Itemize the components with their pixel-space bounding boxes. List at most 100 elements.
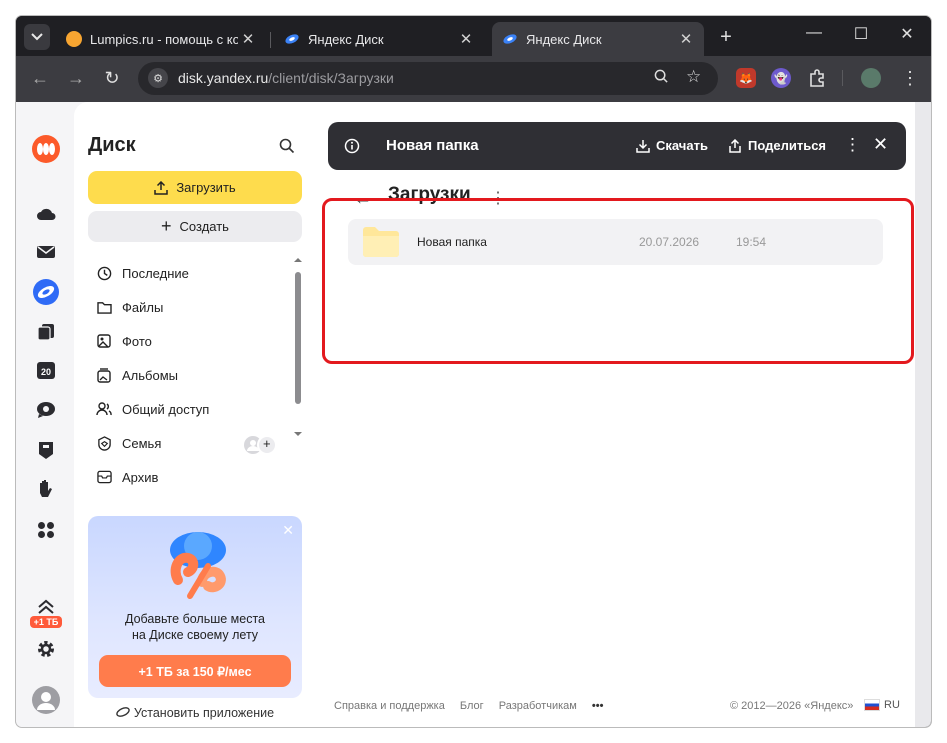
info-icon[interactable] xyxy=(344,138,360,154)
sidebar-item-albums[interactable]: Альбомы xyxy=(96,358,296,392)
tab-yandex-disk-1[interactable]: Яндекс Диск ✕ xyxy=(274,22,484,56)
family-icon xyxy=(96,435,112,451)
site-info-icon[interactable]: ⚙ xyxy=(148,68,168,88)
sidebar-item-label: Фото xyxy=(122,333,152,349)
reload-button[interactable]: ↻ xyxy=(100,68,124,89)
browser-menu-icon[interactable]: ⋮ xyxy=(898,68,922,89)
sidebar-item-label: Последние xyxy=(122,265,189,281)
upload-icon xyxy=(154,180,169,195)
scroll-thumb[interactable] xyxy=(295,272,301,404)
maximize-button[interactable]: ☐ xyxy=(846,24,876,44)
language-switcher[interactable]: RU xyxy=(864,699,900,711)
mail-icon[interactable] xyxy=(35,241,57,263)
clock-icon xyxy=(96,265,112,281)
highlight-frame xyxy=(322,198,914,364)
album-icon xyxy=(96,367,112,383)
lumpics-favicon-icon xyxy=(66,31,82,47)
main-content: Новая папка Скачать Поделиться ⋮ ✕ ← Заг… xyxy=(318,102,915,727)
disk-service-icon[interactable] xyxy=(32,278,60,306)
footer-link-blog[interactable]: Блог xyxy=(460,700,484,712)
search-icon[interactable] xyxy=(279,138,295,154)
footer-link-developers[interactable]: Разработчикам xyxy=(499,700,577,712)
sidebar-item-photos[interactable]: Фото xyxy=(96,324,296,358)
calendar-date: 20 xyxy=(41,367,51,377)
russia-flag-icon xyxy=(864,699,880,711)
share-label: Поделиться xyxy=(748,138,827,153)
services-rail: 20 +1 ТБ xyxy=(16,102,74,727)
user-avatar[interactable] xyxy=(31,685,61,715)
promo-banner: ✕ Добавьте больше места на Диске своему … xyxy=(88,516,302,698)
share-button[interactable]: Поделиться xyxy=(728,138,826,153)
sidebar-item-family[interactable]: Семья + xyxy=(96,426,296,460)
address-bar[interactable]: ⚙ disk.yandex.ru/client/disk/Загрузки ☆ xyxy=(138,62,718,95)
tab-yandex-disk-2[interactable]: Яндекс Диск ✕ xyxy=(492,22,704,56)
extensions-puzzle-icon[interactable] xyxy=(807,68,827,88)
sidebar-item-shared[interactable]: Общий доступ xyxy=(96,392,296,426)
extension-fox-icon[interactable]: 🦊 xyxy=(736,68,756,88)
notes-icon[interactable] xyxy=(35,439,57,461)
scroll-down-icon[interactable] xyxy=(294,430,302,438)
tab-lumpics[interactable]: Lumpics.ru - помощь с ком ✕ xyxy=(56,22,266,56)
storage-badge-text: +1 ТБ xyxy=(34,617,59,627)
close-tab-icon[interactable]: ✕ xyxy=(676,30,696,48)
folder-icon xyxy=(96,299,112,315)
people-icon xyxy=(96,401,112,417)
upload-button[interactable]: Загрузить xyxy=(88,171,302,204)
copyright: © 2012—2026 «Яндекс» xyxy=(730,700,854,712)
sidebar-scrollbar[interactable] xyxy=(294,256,302,496)
forward-button[interactable]: → xyxy=(64,68,88,89)
scroll-up-icon[interactable] xyxy=(294,256,302,264)
back-button[interactable]: ← xyxy=(28,68,52,89)
close-tab-icon[interactable]: ✕ xyxy=(238,30,258,48)
selection-action-bar: Новая папка Скачать Поделиться ⋮ ✕ xyxy=(328,122,906,170)
bookmark-star-icon[interactable]: ☆ xyxy=(686,67,701,87)
sidebar-item-label: Семья xyxy=(122,435,162,451)
tab-search-button[interactable] xyxy=(24,24,50,50)
minimize-button[interactable]: — xyxy=(799,24,829,42)
footer-links: Справка и поддержка Блог Разработчикам •… xyxy=(334,700,615,712)
promo-close-icon[interactable]: ✕ xyxy=(282,522,294,539)
close-selection-icon[interactable]: ✕ xyxy=(873,134,888,155)
tab-strip: Lumpics.ru - помощь с ком ✕ Яндекс Диск … xyxy=(16,16,931,56)
promo-illustration xyxy=(170,532,226,599)
zoom-search-icon[interactable] xyxy=(654,69,669,88)
close-window-button[interactable]: ✕ xyxy=(892,24,922,44)
close-tab-icon[interactable]: ✕ xyxy=(456,30,476,48)
hand-icon[interactable] xyxy=(35,478,57,500)
new-tab-button[interactable]: + xyxy=(714,26,738,49)
family-members[interactable]: + xyxy=(242,434,278,455)
page-scrollbar[interactable] xyxy=(915,102,931,727)
url-text[interactable]: disk.yandex.ru/client/disk/Загрузки xyxy=(178,70,394,86)
chevron-down-icon xyxy=(31,33,43,41)
page-content: 20 +1 ТБ Диск Загрузить + Создать Послед… xyxy=(16,102,915,727)
download-icon xyxy=(636,139,650,153)
telemost-icon[interactable] xyxy=(35,399,57,421)
storage-upgrade-icon[interactable]: +1 ТБ xyxy=(29,598,63,632)
yandex-360-logo-icon[interactable] xyxy=(31,134,61,164)
sidebar-item-archive[interactable]: Архив xyxy=(96,460,296,494)
profile-avatar-icon[interactable] xyxy=(861,68,881,88)
promo-text-line2: на Диске своему лету xyxy=(131,628,259,642)
add-family-member-icon[interactable]: + xyxy=(263,436,271,451)
calendar-icon[interactable]: 20 xyxy=(35,359,57,381)
tab-title: Яндекс Диск xyxy=(308,31,384,47)
settings-gear-icon[interactable] xyxy=(35,638,57,660)
extension-ghost-icon[interactable]: 👻 xyxy=(771,68,791,88)
create-button[interactable]: + Создать xyxy=(88,211,302,242)
sidebar-item-label: Архив xyxy=(122,469,159,485)
footer-more-icon[interactable]: ••• xyxy=(592,700,604,712)
sidebar-item-recent[interactable]: Последние xyxy=(96,256,296,290)
footer-link-help[interactable]: Справка и поддержка xyxy=(334,700,445,712)
all-services-icon[interactable] xyxy=(35,519,57,541)
install-app-link[interactable]: Установить приложение xyxy=(88,706,302,720)
download-button[interactable]: Скачать xyxy=(636,138,708,153)
tab-title: Lumpics.ru - помощь с ком xyxy=(90,31,238,47)
sidebar-item-files[interactable]: Файлы xyxy=(96,290,296,324)
yandex-disk-favicon-icon xyxy=(503,34,517,44)
documents-icon[interactable] xyxy=(35,321,57,343)
buy-storage-button[interactable]: +1 ТБ за 150 ₽/мес xyxy=(99,655,291,687)
more-actions-icon[interactable]: ⋮ xyxy=(844,135,861,155)
tab-separator xyxy=(270,32,271,48)
app-title: Диск xyxy=(88,134,136,156)
cloud-icon[interactable] xyxy=(35,202,57,224)
